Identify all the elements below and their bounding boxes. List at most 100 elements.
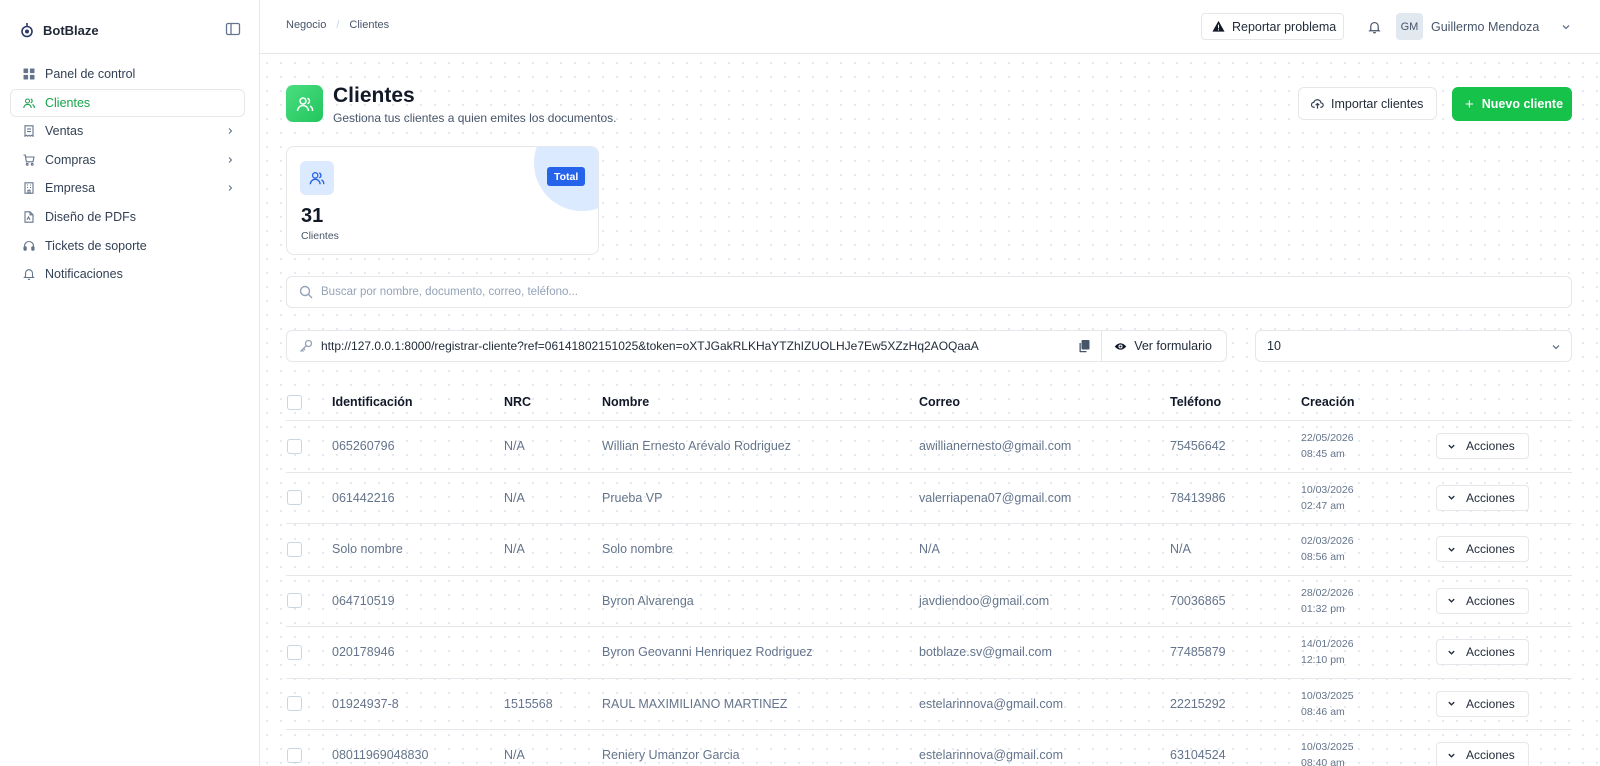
total-badge: Total <box>547 167 586 186</box>
column-header-nrc[interactable]: NRC <box>504 395 602 409</box>
cell-correo: estelarinnova@gmail.com <box>919 748 1064 763</box>
cell-telefono: 77485879 <box>1170 645 1226 660</box>
report-problem-button[interactable]: Reportar problema <box>1201 13 1344 40</box>
table-row[interactable]: 061442216 N/A Prueba VP valerriapena07@gmai… <box>286 473 1572 524</box>
cell-identificacion: Solo nombre <box>332 542 403 557</box>
creation-date: 28/02/2026 <box>1301 586 1354 599</box>
creation-date: 10/03/2025 <box>1301 689 1354 702</box>
row-checkbox[interactable] <box>287 541 302 557</box>
chevron-down-icon <box>1448 495 1455 501</box>
users-icon <box>286 85 323 122</box>
cell-identificacion: 020178946 <box>332 645 395 660</box>
view-form-button[interactable]: Ver formulario <box>1101 330 1226 362</box>
search-input[interactable] <box>321 286 1521 298</box>
creation-date: 22/05/2026 <box>1301 432 1354 445</box>
actions-label: Acciones <box>1466 542 1515 557</box>
warning-icon <box>1212 20 1225 32</box>
sidebar-item-panel-de-control[interactable]: Panel de control <box>10 60 245 88</box>
cell-nrc: 1515568 <box>504 696 553 711</box>
table-row[interactable]: 01924937-8 1515568 RAUL MAXIMILIANO MARTIN… <box>286 679 1572 730</box>
registration-url[interactable]: http://127.0.0.1:8000/registrar-cliente?… <box>321 339 1077 353</box>
sidebar-toggle-icon[interactable] <box>225 21 241 37</box>
cell-nombre: Prueba VP <box>602 490 663 505</box>
table-row[interactable]: Solo nombre N/A Solo nombre N/A N/A 02/03/202… <box>286 524 1572 576</box>
sidebar-item-label: Panel de control <box>45 67 136 81</box>
actions-button[interactable]: Acciones <box>1436 690 1529 717</box>
per-page-select[interactable]: 10 <box>1255 330 1572 362</box>
actions-label: Acciones <box>1466 696 1515 711</box>
topbar: Negocio / Clientes Reportar problema GM … <box>260 0 1600 54</box>
clients-table: Identificación NRC Nombre Correo Teléfon… <box>286 384 1572 766</box>
page-header: Clientes Gestiona tus clientes a quien e… <box>286 85 617 125</box>
copy-icon[interactable] <box>1077 339 1091 353</box>
cell-nombre: Reniery Umanzor Garcia <box>602 748 740 763</box>
sidebar-item-ventas[interactable]: Ventas <box>10 117 245 145</box>
creation-time: 12:10 pm <box>1301 654 1345 667</box>
column-header-correo[interactable]: Correo <box>919 395 1170 409</box>
sidebar-item-label: Ventas <box>45 124 84 139</box>
sidebar-item-notificaciones[interactable]: Notificaciones <box>10 260 245 288</box>
column-header-telefono[interactable]: Teléfono <box>1170 395 1301 409</box>
brand[interactable]: BotBlaze <box>20 20 99 40</box>
row-checkbox[interactable] <box>287 747 302 763</box>
column-header-nombre[interactable]: Nombre <box>602 395 919 409</box>
actions-button[interactable]: Acciones <box>1436 639 1529 666</box>
main-content: Negocio / Clientes Reportar problema GM … <box>260 0 1600 766</box>
column-header-identificacion[interactable]: Identificación <box>332 395 504 409</box>
sidebar-item-diseno-de-pdfs[interactable]: Diseño de PDFs <box>10 203 245 231</box>
creation-date: 02/03/2026 <box>1301 535 1354 548</box>
breadcrumb-item-negocio[interactable]: Negocio <box>286 19 326 31</box>
actions-button[interactable]: Acciones <box>1436 742 1529 766</box>
report-problem-label: Reportar problema <box>1232 19 1337 34</box>
cell-creacion: 10/03/2026 02:47 am <box>1301 482 1436 514</box>
cell-creacion: 10/03/2025 08:40 am <box>1301 739 1436 766</box>
users-icon <box>300 161 334 195</box>
row-checkbox[interactable] <box>287 438 302 454</box>
registration-link-box: http://127.0.0.1:8000/registrar-cliente?… <box>286 330 1227 362</box>
table-body: 065260796 N/A Willian Ernesto Arévalo Rodr… <box>286 421 1572 766</box>
sidebar-item-label: Clientes <box>45 95 91 110</box>
chevron-right-icon <box>228 128 233 135</box>
table-row[interactable]: 08011969048830 N/A Reniery Umanzor Garcia e… <box>286 730 1572 766</box>
cell-creacion: 28/02/2026 01:32 pm <box>1301 585 1436 617</box>
actions-button[interactable]: Acciones <box>1436 484 1529 511</box>
row-checkbox[interactable] <box>287 696 302 712</box>
creation-date: 10/03/2025 <box>1301 741 1354 754</box>
cell-telefono: N/A <box>1170 542 1191 557</box>
cell-creacion: 02/03/2026 08:56 am <box>1301 533 1436 565</box>
cell-correo: javdiendoo@gmail.com <box>919 593 1050 608</box>
cloud-upload-icon <box>1311 99 1324 109</box>
sidebar-item-compras[interactable]: Compras <box>10 146 245 174</box>
actions-button[interactable]: Acciones <box>1436 536 1529 563</box>
users-icon <box>23 97 35 109</box>
page-title: Clientes <box>333 84 415 107</box>
new-client-button[interactable]: + Nuevo cliente <box>1452 87 1572 121</box>
cell-identificacion: 064710519 <box>332 593 395 608</box>
plus-icon: + <box>1465 95 1474 113</box>
select-all-checkbox[interactable] <box>287 394 302 410</box>
chevron-right-icon <box>228 185 233 192</box>
sidebar-item-clientes[interactable]: Clientes <box>10 88 245 117</box>
cell-identificacion: 065260796 <box>332 439 395 454</box>
creation-time: 01:32 pm <box>1301 602 1345 615</box>
bell-icon[interactable] <box>1368 20 1381 34</box>
import-clients-button[interactable]: Importar clientes <box>1298 87 1437 120</box>
column-header-creacion[interactable]: Creación <box>1301 394 1436 410</box>
sidebar: BotBlaze Panel de control Clientes Ventas C… <box>0 0 260 766</box>
actions-button[interactable]: Acciones <box>1436 587 1529 614</box>
headset-icon <box>23 240 35 252</box>
row-checkbox[interactable] <box>287 593 302 609</box>
chevron-down-icon <box>1448 598 1455 604</box>
actions-button[interactable]: Acciones <box>1436 433 1529 460</box>
table-row[interactable]: 020178946 Byron Geovanni Henriquez Rodrig… <box>286 627 1572 679</box>
table-row[interactable]: 065260796 N/A Willian Ernesto Arévalo Rodr… <box>286 421 1572 473</box>
logo-icon <box>21 23 33 38</box>
bell-icon <box>23 268 35 281</box>
breadcrumb-separator: / <box>336 19 340 31</box>
row-checkbox[interactable] <box>287 490 302 506</box>
table-row[interactable]: 064710519 Byron Alvarenga javdiendoo@gmail… <box>286 576 1572 627</box>
sidebar-item-tickets-de-soporte[interactable]: Tickets de soporte <box>10 232 245 260</box>
user-menu[interactable]: GM Guillermo Mendoza <box>1396 13 1571 40</box>
row-checkbox[interactable] <box>287 644 302 660</box>
sidebar-item-empresa[interactable]: Empresa <box>10 174 245 202</box>
